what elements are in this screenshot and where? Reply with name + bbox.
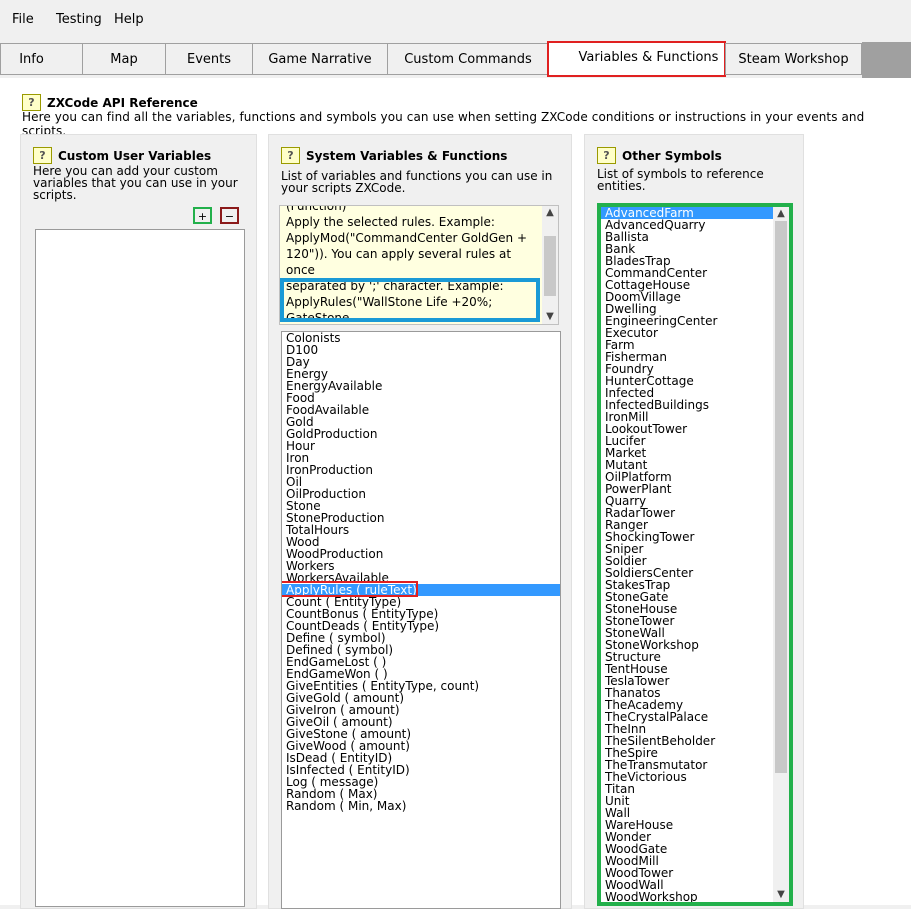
description-scrollbar[interactable]: ▲ ▼ [542, 206, 558, 324]
other-symbols-heading: ? Other Symbols [597, 147, 722, 164]
tab-custom-commands[interactable]: Custom Commands [387, 43, 549, 75]
menu-file[interactable]: File [12, 12, 34, 27]
system-desc-line: your scripts ZXCode. [281, 181, 406, 195]
menu-help[interactable]: Help [114, 12, 144, 27]
list-item[interactable]: EnergyAvailable [282, 380, 560, 392]
remove-variable-button[interactable]: − [220, 207, 239, 224]
symbols-items: AdvancedFarm AdvancedQuarry Ballista Bank Bl… [601, 207, 773, 902]
question-mark-icon[interactable]: ? [597, 147, 616, 164]
custom-variables-heading: ? Custom User Variables [33, 147, 211, 164]
description-line: ApplyMod("CommandCenter GoldGen + [286, 231, 528, 245]
list-item[interactable]: D100 [282, 344, 560, 356]
symbols-desc-line: entities. [597, 179, 646, 193]
other-symbols-list[interactable]: AdvancedFarm AdvancedQuarry Ballista Bank Bl… [601, 207, 789, 902]
example-highlight-box [280, 278, 540, 322]
description-line: (Function) [286, 205, 347, 213]
tab-game-narrative-label: Game Narrative [268, 51, 372, 67]
symbols-scrollbar[interactable]: ▲ ▼ [773, 207, 789, 902]
custom-variables-list[interactable] [35, 229, 245, 907]
custom-variables-title: Custom User Variables [58, 148, 212, 163]
system-variables-panel: ? System Variables & Functions List of va… [268, 134, 572, 909]
description-line: 120")). You can apply several rules at o… [286, 247, 512, 277]
api-reference-heading: ? ZXCode API Reference [22, 94, 198, 111]
list-item[interactable]: TotalHours [282, 524, 560, 536]
scroll-down-arrow-icon[interactable]: ▼ [773, 888, 789, 902]
description-line: Apply the selected rules. Example: [286, 215, 495, 229]
question-mark-icon[interactable]: ? [33, 147, 52, 164]
tab-steam-workshop[interactable]: Steam Workshop [725, 43, 862, 75]
list-item[interactable]: OilProduction [282, 488, 560, 500]
list-item[interactable]: WoodWorkshop [601, 891, 773, 902]
question-mark-icon[interactable]: ? [281, 147, 300, 164]
tab-strip-empty-area [862, 42, 911, 78]
scroll-thumb[interactable] [544, 236, 556, 296]
tab-game-narrative[interactable]: Game Narrative [252, 43, 388, 75]
custom-desc-line: scripts. [33, 188, 77, 202]
blank-overlay [474, 413, 522, 489]
tab-variables-functions-label: Variables & Functions [578, 49, 719, 65]
selected-item-highlight-box [282, 581, 418, 597]
scroll-thumb[interactable] [775, 221, 787, 773]
tab-steam-workshop-label: Steam Workshop [738, 51, 849, 67]
system-variables-heading: ? System Variables & Functions [281, 147, 507, 164]
tab-info-label: Info [19, 51, 44, 67]
tab-events-label: Events [186, 51, 231, 67]
scroll-down-arrow-icon[interactable]: ▼ [542, 310, 558, 324]
other-symbols-description: List of symbols to reference entities. [597, 168, 764, 192]
custom-user-variables-panel: ? Custom User Variables Here you can add … [20, 134, 257, 909]
add-variable-button[interactable]: + [193, 207, 212, 224]
function-description-box[interactable]: (Function) Apply the selected rules. Exam… [279, 205, 559, 325]
question-mark-icon[interactable]: ? [22, 94, 41, 111]
menu-testing[interactable]: Testing [56, 12, 102, 27]
tab-events[interactable]: Events [165, 43, 253, 75]
custom-variables-description: Here you can add your custom variables t… [33, 165, 238, 201]
tab-strip: Info Map Events Game Narrative Custom Co… [0, 40, 911, 78]
list-item[interactable]: Random ( Min, Max) [282, 800, 560, 812]
tab-map[interactable]: Map [82, 43, 166, 75]
symbols-highlight-frame: AdvancedFarm AdvancedQuarry Ballista Bank Bl… [597, 203, 793, 906]
list-item[interactable]: Colonists [282, 332, 560, 344]
other-symbols-title: Other Symbols [622, 148, 722, 163]
api-reference-title: ZXCode API Reference [47, 95, 198, 110]
selected-list-item[interactable]: ApplyRules ( ruleText) [282, 581, 560, 597]
other-symbols-panel: ? Other Symbols List of symbols to refere… [584, 134, 804, 909]
system-variables-description: List of variables and functions you can … [281, 170, 552, 194]
system-variables-title: System Variables & Functions [306, 148, 508, 163]
tab-map-label: Map [110, 51, 138, 67]
tab-variables-functions[interactable]: Variables & Functions [547, 41, 726, 77]
tab-custom-commands-label: Custom Commands [404, 51, 532, 67]
variables-functions-page: ? ZXCode API Reference Here you can find … [0, 78, 911, 909]
scroll-up-arrow-icon[interactable]: ▲ [542, 206, 558, 220]
menu-bar: File Testing Help [0, 0, 911, 41]
scroll-up-arrow-icon[interactable]: ▲ [773, 207, 789, 221]
tab-info[interactable]: Info [0, 43, 83, 75]
